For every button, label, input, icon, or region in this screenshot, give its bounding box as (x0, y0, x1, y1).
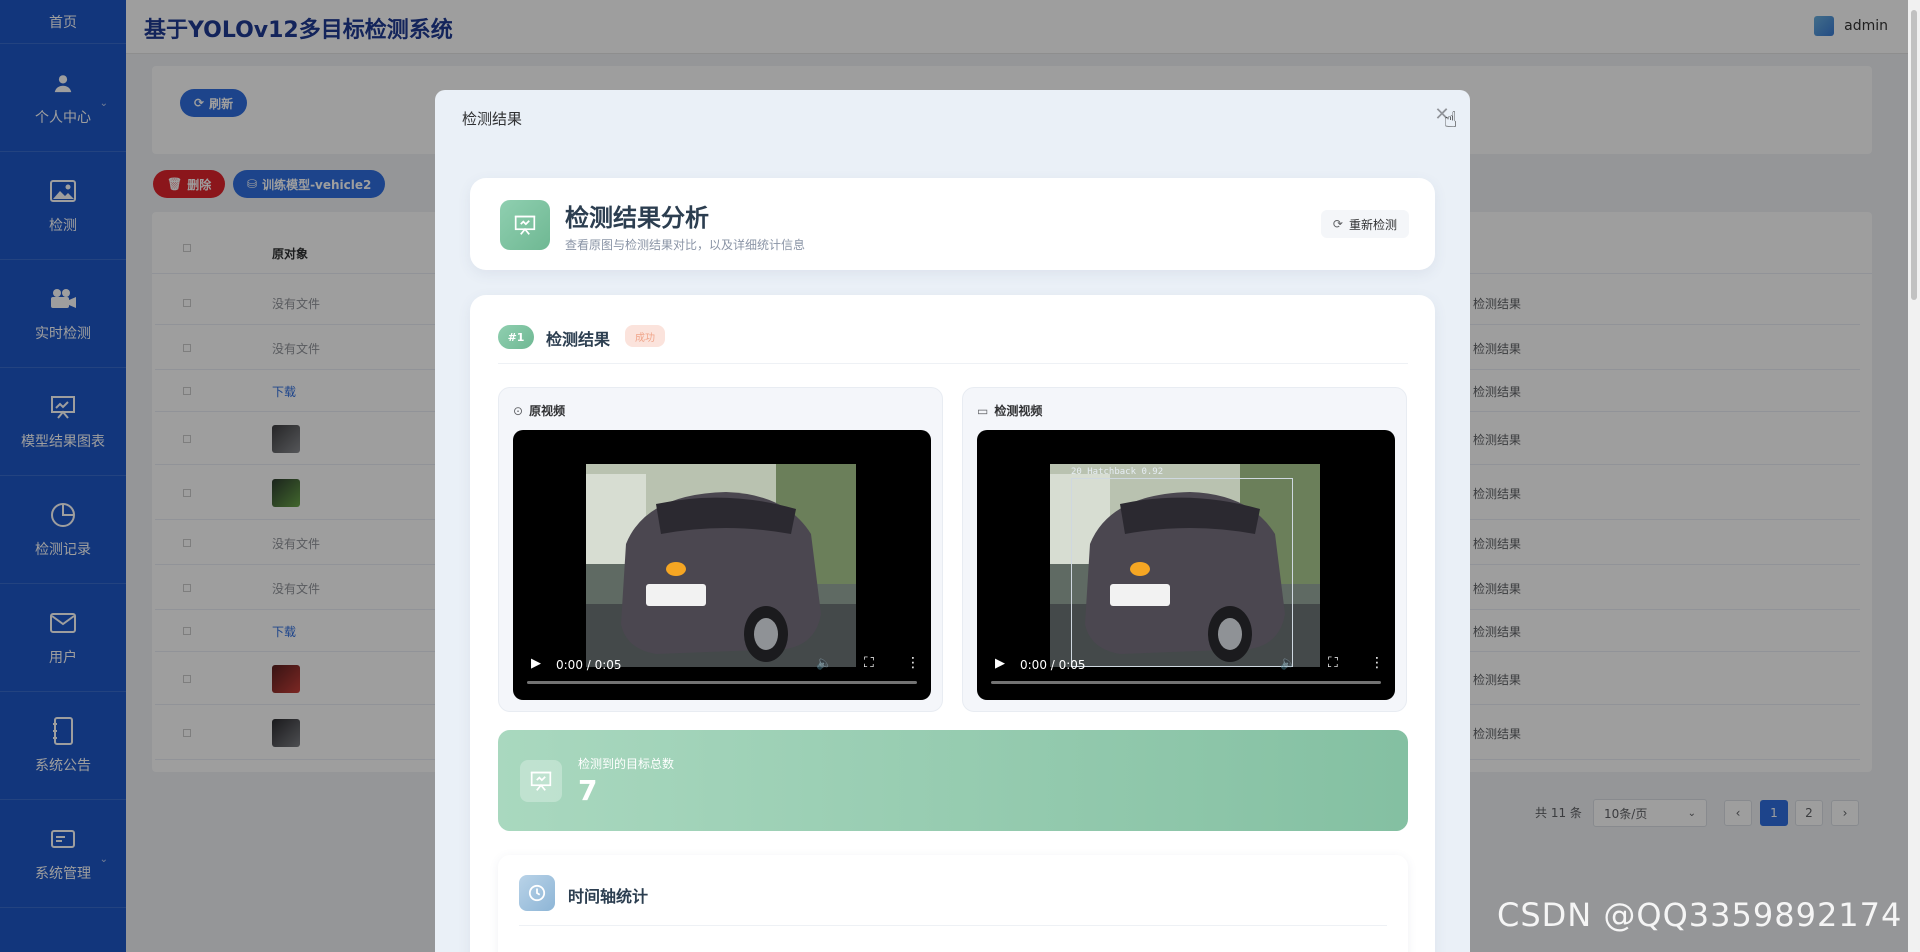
video-camera-icon: ▭ (977, 403, 989, 418)
dialog-title: 检测结果 (462, 110, 523, 128)
result-card: #1 检测结果 成功 ⊙ 原视频 ▶ 0:00 / 0:05 🔈 ⛶ ⋮ ▭ 检… (470, 295, 1435, 952)
refresh-icon: ⟳ (1332, 217, 1343, 231)
stat-value: 7 (578, 774, 598, 807)
detection-result-dialog: 检测结果 ✕ 检测结果分析 查看原图与检测结果对比，以及详细统计信息 ⟳ 重新检… (435, 90, 1470, 952)
clock-icon (519, 875, 555, 911)
detected-video-heading: ▭ 检测视频 (977, 402, 1042, 419)
detection-label: 20 Hatchback 0.92 (1071, 467, 1164, 477)
redetect-button[interactable]: ⟳ 重新检测 (1320, 210, 1409, 238)
analysis-header-card: 检测结果分析 查看原图与检测结果对比，以及详细统计信息 ⟳ 重新检测 (470, 178, 1435, 270)
original-video-player[interactable]: ▶ 0:00 / 0:05 🔈 ⛶ ⋮ (513, 430, 931, 700)
volume-icon[interactable]: 🔈 (816, 656, 832, 671)
fullscreen-icon[interactable]: ⛶ (864, 655, 874, 671)
video-progress-bar[interactable] (991, 681, 1381, 684)
analysis-subtitle: 查看原图与检测结果对比，以及详细统计信息 (565, 238, 806, 252)
detected-video-player[interactable]: 20 Hatchback 0.92 ▶ 0:00 / 0:05 🔈 ⛶ ⋮ (977, 430, 1395, 700)
video-progress-bar[interactable] (527, 681, 917, 684)
timeline-title: 时间轴统计 (568, 887, 649, 906)
timeline-card: 时间轴统计 (498, 855, 1408, 952)
presentation-icon (520, 760, 562, 802)
scrollbar-thumb[interactable] (1911, 10, 1917, 300)
result-index-badge: #1 (498, 325, 534, 349)
analysis-title: 检测结果分析 (565, 204, 709, 232)
play-icon[interactable]: ▶ (531, 656, 541, 671)
redetect-label: 重新检测 (1348, 217, 1397, 232)
original-video-frame (586, 464, 856, 667)
fullscreen-icon[interactable]: ⛶ (1328, 655, 1338, 671)
video-time: 0:00 / 0:05 (556, 658, 622, 672)
divider (519, 925, 1387, 926)
original-video-label: 原视频 (529, 404, 566, 418)
video-controls: ▶ 0:00 / 0:05 🔈 ⛶ ⋮ (977, 650, 1395, 700)
detection-bounding-box (1071, 478, 1293, 667)
play-icon[interactable]: ▶ (995, 656, 1005, 671)
hand-cursor-icon: ☝ (1444, 108, 1458, 133)
detected-video-frame: 20 Hatchback 0.92 (1050, 464, 1320, 667)
stat-label: 检测到的目标总数 (578, 757, 675, 771)
more-vertical-icon[interactable]: ⋮ (1370, 655, 1384, 671)
more-vertical-icon[interactable]: ⋮ (906, 655, 920, 671)
detected-video-card: ▭ 检测视频 20 Hatchback 0.92 ▶ 0:00 / 0:05 🔈… (962, 387, 1407, 712)
original-video-card: ⊙ 原视频 ▶ 0:00 / 0:05 🔈 ⛶ ⋮ (498, 387, 943, 712)
original-video-heading: ⊙ 原视频 (513, 402, 565, 419)
status-badge: 成功 (625, 325, 665, 347)
presentation-icon (500, 200, 550, 250)
video-controls: ▶ 0:00 / 0:05 🔈 ⛶ ⋮ (513, 650, 931, 700)
divider (498, 363, 1408, 364)
total-targets-stat: 检测到的目标总数 7 (498, 730, 1408, 831)
volume-icon[interactable]: 🔈 (1280, 656, 1296, 671)
result-section-title: 检测结果 (546, 330, 611, 349)
detected-video-label: 检测视频 (994, 404, 1043, 418)
watermark: CSDN @QQ3359892174 (1497, 896, 1903, 934)
page-scrollbar[interactable] (1908, 0, 1920, 952)
play-circle-icon: ⊙ (513, 403, 524, 418)
video-time: 0:00 / 0:05 (1020, 658, 1086, 672)
